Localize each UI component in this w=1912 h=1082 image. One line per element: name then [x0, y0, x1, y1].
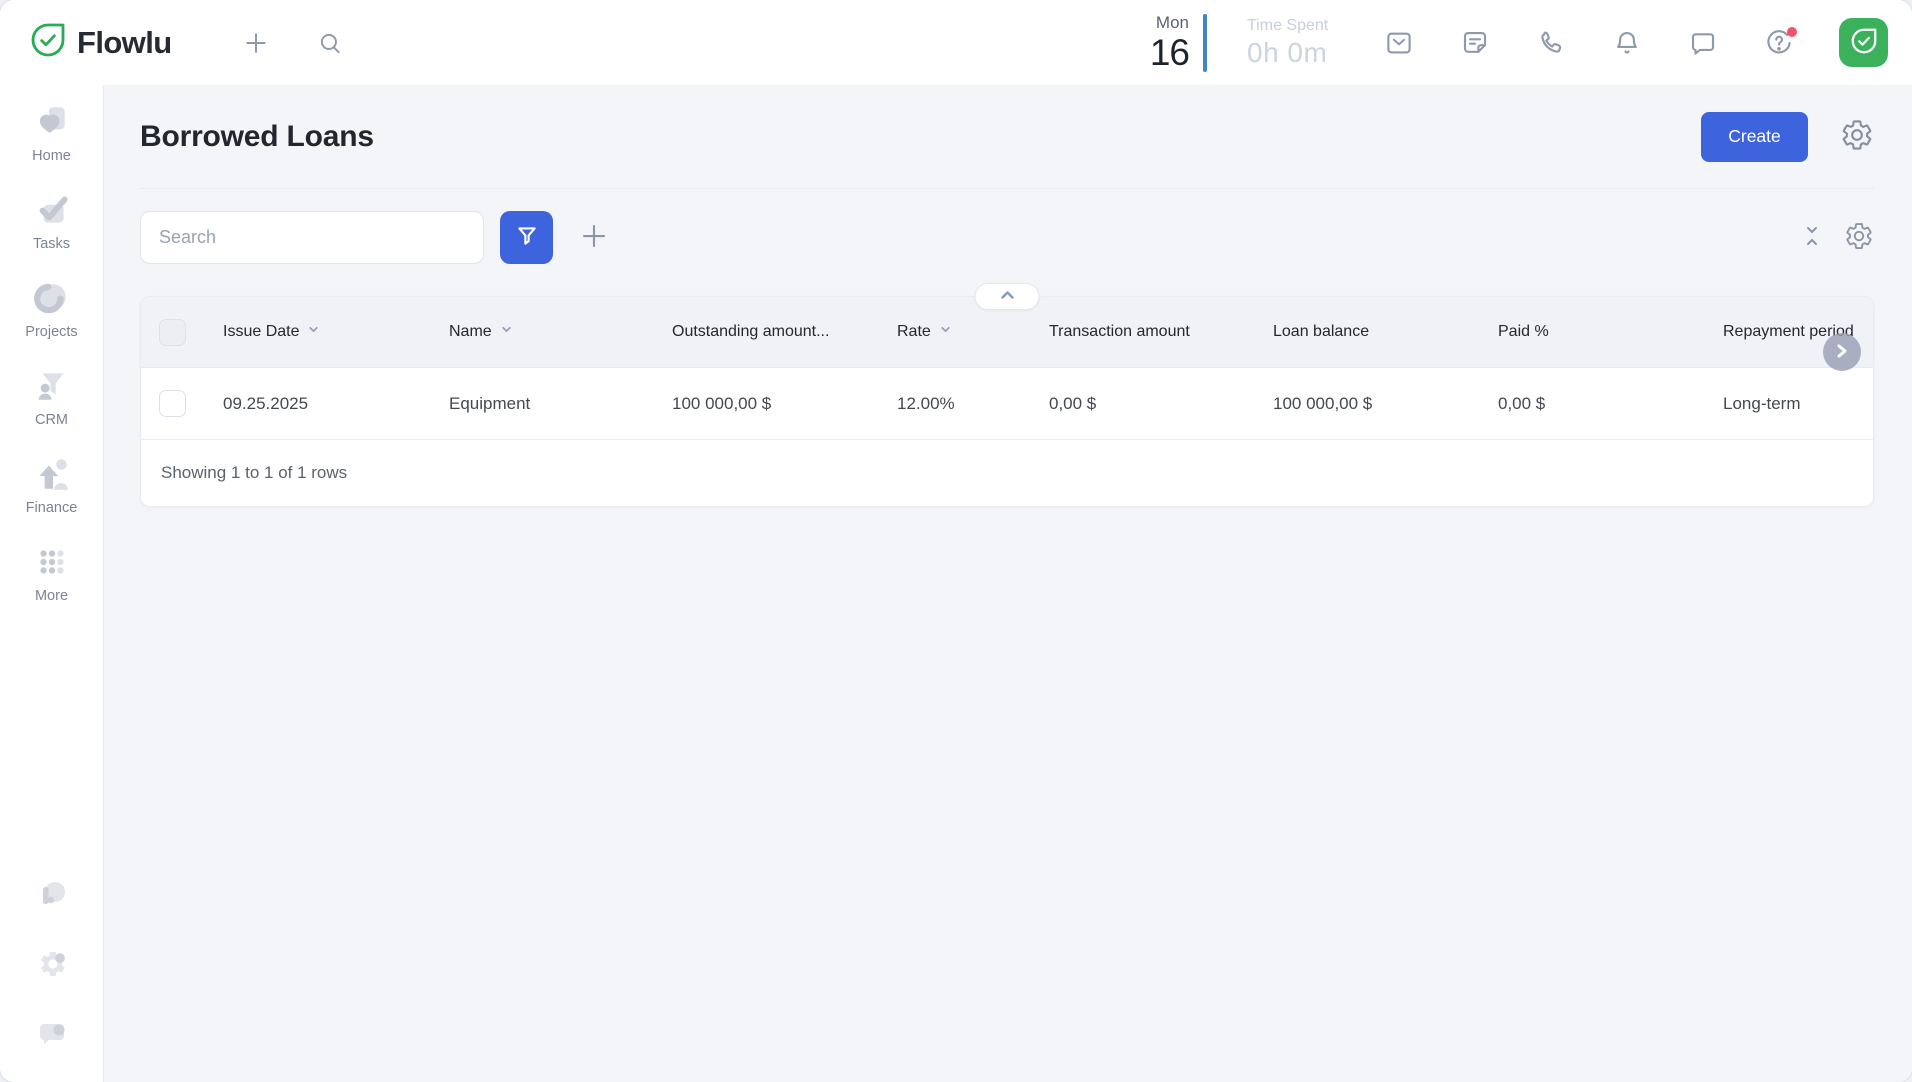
- loans-table-zone: Issue Date Name Outstanding amount... Ra…: [140, 296, 1874, 507]
- sidebar-item-crm[interactable]: CRM: [6, 367, 98, 428]
- row-checkbox[interactable]: [159, 390, 186, 417]
- column-header-name[interactable]: Name: [439, 323, 662, 341]
- chat-icon: [1688, 28, 1718, 58]
- global-search-button[interactable]: [308, 21, 352, 65]
- table-settings-button[interactable]: [1844, 221, 1874, 254]
- time-spent-widget[interactable]: Time Spent 0h 0m: [1247, 18, 1377, 67]
- date-day-of-week: Mon: [1150, 14, 1189, 31]
- main-content: Borrowed Loans Create: [104, 85, 1912, 1082]
- sidebar-item-tasks[interactable]: Tasks: [6, 191, 98, 252]
- cell-name: Equipment: [439, 394, 662, 414]
- mail-button[interactable]: [1377, 21, 1421, 65]
- phone-icon: [1536, 28, 1566, 58]
- search-icon: [317, 30, 343, 56]
- loans-table-card: Issue Date Name Outstanding amount... Ra…: [140, 296, 1874, 507]
- plus-icon: [579, 221, 609, 254]
- cell-rate: 12.00%: [887, 394, 1039, 414]
- table-row[interactable]: 09.25.2025 Equipment 100 000,00 $ 12.00%…: [141, 368, 1873, 440]
- chevron-down-icon: [500, 323, 513, 341]
- finance-icon: [33, 455, 71, 493]
- help-button[interactable]: [1757, 21, 1801, 65]
- date-day-number: 16: [1150, 34, 1189, 71]
- sidebar-item-projects[interactable]: Projects: [6, 279, 98, 340]
- workspace-avatar[interactable]: [1839, 18, 1888, 67]
- sidebar-item-label: Projects: [25, 324, 77, 340]
- filter-funnel-icon: [514, 223, 540, 252]
- filter-button[interactable]: [500, 211, 553, 264]
- quick-add-button[interactable]: [234, 21, 278, 65]
- cell-transaction-amount: 0,00 $: [1039, 394, 1263, 414]
- topbar: Flowlu Mon 16 Time Spent 0h 0m: [0, 0, 1912, 85]
- plus-icon: [242, 29, 270, 57]
- column-header-outstanding-amount[interactable]: Outstanding amount...: [662, 323, 887, 341]
- bell-icon: [1612, 28, 1642, 58]
- chat-badge-icon[interactable]: [34, 1015, 70, 1056]
- sidebar: Home Tasks Projects: [0, 85, 104, 1082]
- time-spent-value: 0h 0m: [1247, 39, 1377, 67]
- table-footer-summary: Showing 1 to 1 of 1 rows: [141, 440, 1873, 506]
- mail-icon: [1384, 28, 1414, 58]
- time-spent-label: Time Spent: [1247, 18, 1377, 34]
- tasks-icon: [33, 191, 71, 229]
- cell-outstanding-amount: 100 000,00 $: [662, 394, 887, 414]
- chevron-up-icon: [996, 288, 1018, 305]
- flowlu-shield-icon: [30, 22, 66, 63]
- home-icon: [33, 103, 71, 141]
- calendar-date-widget[interactable]: Mon 16: [1150, 14, 1189, 71]
- cell-loan-balance: 100 000,00 $: [1263, 394, 1488, 414]
- column-header-paid-percent[interactable]: Paid %: [1488, 323, 1713, 341]
- collapse-rows-button[interactable]: [1800, 222, 1824, 253]
- list-toolbar: [140, 211, 1874, 264]
- shield-check-avatar-icon: [1849, 26, 1879, 59]
- page-settings-button[interactable]: [1840, 118, 1874, 155]
- gear-icon: [1840, 118, 1874, 155]
- sidebar-item-home[interactable]: Home: [6, 103, 98, 164]
- calls-button[interactable]: [1529, 21, 1573, 65]
- collapse-rows-icon: [1800, 222, 1824, 253]
- sidebar-item-label: CRM: [35, 412, 68, 428]
- sidebar-bottom-icons: [34, 877, 70, 1082]
- chevron-down-icon: [307, 323, 320, 341]
- add-filter-button[interactable]: [579, 221, 609, 254]
- notifications-button[interactable]: [1605, 21, 1649, 65]
- cell-repayment-period: Long-term: [1713, 394, 1873, 414]
- help-notification-dot: [1787, 27, 1797, 37]
- notes-button[interactable]: [1453, 21, 1497, 65]
- crm-icon: [33, 367, 71, 405]
- chevron-down-icon: [939, 323, 952, 341]
- page-title: Borrowed Loans: [140, 120, 374, 154]
- select-all-checkbox[interactable]: [159, 319, 186, 346]
- app-logo[interactable]: Flowlu: [30, 22, 172, 63]
- gear-badge-icon[interactable]: [34, 946, 70, 987]
- column-header-issue-date[interactable]: Issue Date: [213, 323, 439, 341]
- more-grid-icon: [33, 543, 71, 581]
- sidebar-item-label: More: [35, 588, 68, 604]
- projects-icon: [33, 279, 71, 317]
- page-header: Borrowed Loans Create: [140, 85, 1874, 189]
- calendar-divider-bar: [1203, 14, 1207, 72]
- cell-paid-percent: 0,00 $: [1488, 394, 1713, 414]
- column-header-rate[interactable]: Rate: [887, 323, 1039, 341]
- sidebar-item-more[interactable]: More: [6, 543, 98, 604]
- sidebar-item-finance[interactable]: Finance: [6, 455, 98, 516]
- sidebar-item-label: Home: [32, 148, 71, 164]
- notes-icon: [1460, 28, 1490, 58]
- search-input[interactable]: [140, 211, 484, 264]
- app-logo-word: Flowlu: [77, 25, 172, 61]
- chevron-right-icon: [1834, 342, 1850, 363]
- column-header-transaction-amount[interactable]: Transaction amount: [1039, 323, 1263, 341]
- app-window: Flowlu Mon 16 Time Spent 0h 0m: [0, 0, 1912, 1082]
- create-button[interactable]: Create: [1701, 112, 1808, 162]
- messenger-button[interactable]: [1681, 21, 1725, 65]
- sidebar-item-label: Finance: [26, 500, 78, 516]
- table-collapse-pill[interactable]: [975, 283, 1040, 310]
- p-badge-icon[interactable]: [34, 877, 70, 918]
- cell-issue-date: 09.25.2025: [213, 394, 439, 414]
- table-scroll-right-button[interactable]: [1823, 333, 1861, 371]
- column-header-loan-balance[interactable]: Loan balance: [1263, 323, 1488, 341]
- sidebar-item-label: Tasks: [33, 236, 70, 252]
- gear-icon: [1844, 221, 1874, 254]
